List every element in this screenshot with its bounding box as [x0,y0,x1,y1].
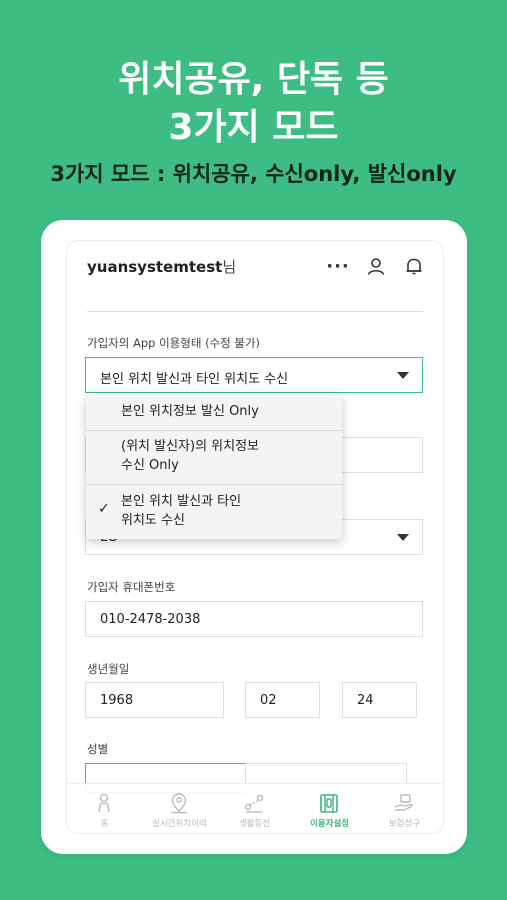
usage-type-select[interactable]: 본인 위치 발신과 타인 위치도 수신 [85,357,423,393]
tab-label: 실시간위치이력 [152,819,207,829]
promo-subline: 3가지 모드 : 위치공유, 수신only, 발신only [50,162,457,186]
birth-month-value: 02 [260,693,277,708]
settings-doc-icon [318,792,340,814]
dropdown-option-send-and-receive[interactable]: ✓ 본인 위치 발신과 타인 위치도 수신 [86,485,342,539]
birth-month-field[interactable]: 02 [245,682,320,718]
app-screen: yuansystemtest님 ··· 가입자의 App 이용형태 (수정 불가… [66,240,444,834]
birth-year-value: 1968 [100,693,134,708]
birth-year-field[interactable]: 1968 [85,682,224,718]
dropdown-option-receive-only[interactable]: (위치 발신자)의 위치정보 수신 Only [86,431,342,483]
tab-label: 홈 [100,819,109,829]
phone-field[interactable]: 010-2478-2038 [85,601,423,637]
bottom-tab-bar: 홈 실시간위치이력 생활동선 이용자설정 보험청구 [67,783,443,833]
tab-label: 생활동선 [238,819,271,829]
option-label-line1: (위치 발신자)의 위치정보 [121,439,260,454]
tab-realtime-location[interactable]: 실시간위치이력 [142,784,217,833]
dropdown-option-send-only[interactable]: 본인 위치정보 발신 Only [86,394,342,430]
more-icon[interactable]: ··· [326,254,350,278]
chevron-down-icon [397,534,409,541]
username: yuansystemtest [87,258,223,276]
option-label-line2: 수신 Only [121,458,179,473]
tab-label: 보험청구 [388,819,421,829]
usage-type-dropdown: 본인 위치정보 발신 Only (위치 발신자)의 위치정보 수신 Only ✓… [86,394,342,539]
option-label-line1: 본인 위치 발신과 타인 [121,494,242,509]
bell-icon[interactable] [402,254,426,278]
birth-label: 생년월일 [87,662,130,676]
app-header: yuansystemtest님 ··· [67,241,443,291]
section-divider [87,311,423,312]
tab-home[interactable]: 홈 [67,784,142,833]
tab-insurance-claim[interactable]: 보험청구 [367,784,442,833]
home-person-icon [93,792,115,814]
phone-label: 가입자 휴대폰번호 [87,580,176,594]
chevron-down-icon [397,372,409,379]
usage-type-label: 가입자의 App 이용형태 (수정 불가) [87,336,261,350]
tab-label: 이용자설정 [309,819,350,829]
birth-day-value: 24 [357,693,374,708]
option-label-line2: 위치도 수신 [121,513,185,528]
route-icon [243,792,265,814]
phone-value: 010-2478-2038 [100,612,201,627]
tab-user-settings[interactable]: 이용자설정 [292,784,367,833]
usage-type-value: 본인 위치 발신과 타인 위치도 수신 [100,372,289,387]
check-icon: ✓ [98,501,110,517]
username-greeting: yuansystemtest님 [87,256,236,277]
tab-life-route[interactable]: 생활동선 [217,784,292,833]
promo-headline-line2: 3가지 모드 [168,107,339,148]
username-suffix: 님 [222,258,237,276]
promo-headline-line1: 위치공유, 단독 등 [118,59,389,100]
user-icon[interactable] [364,254,388,278]
option-label: 본인 위치정보 발신 Only [121,404,259,419]
gender-label: 성별 [87,742,109,756]
insurance-hand-icon [393,792,415,814]
birth-day-field[interactable]: 24 [342,682,417,718]
location-person-icon [168,792,190,814]
